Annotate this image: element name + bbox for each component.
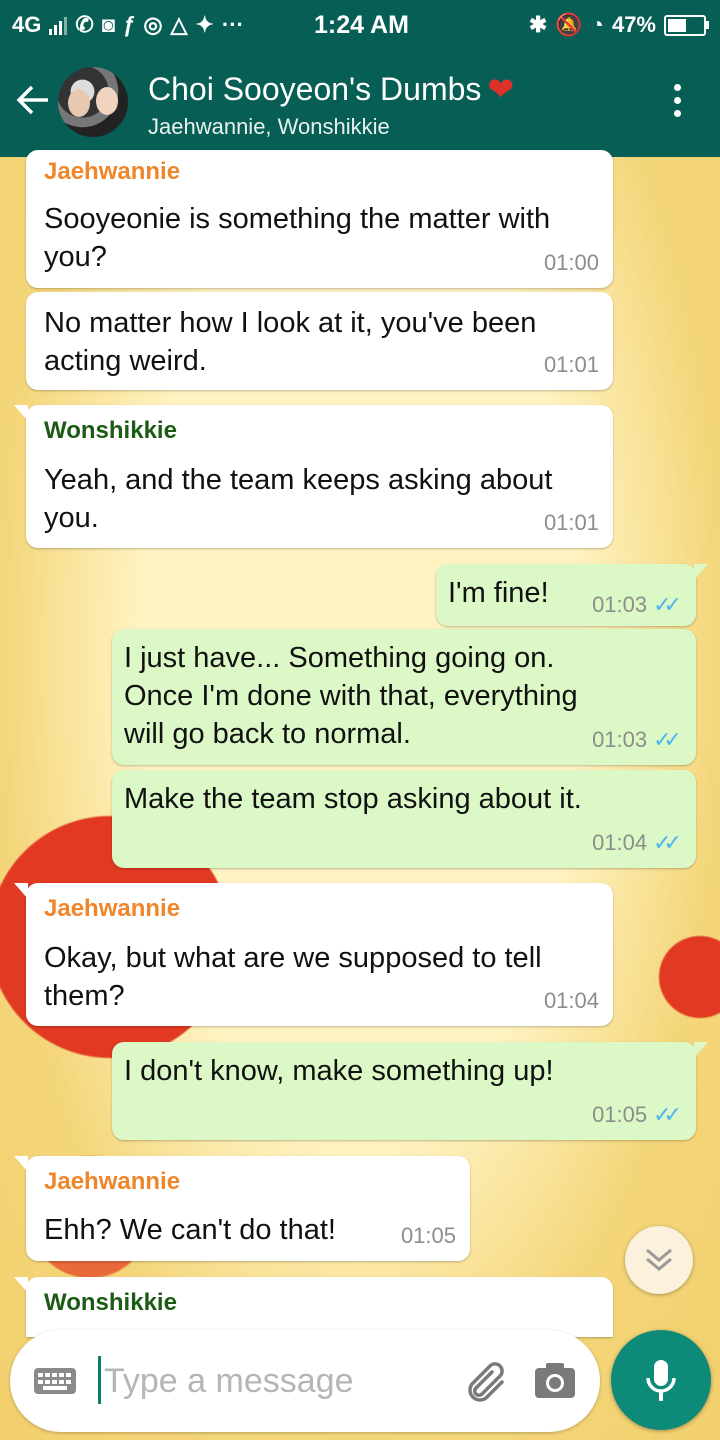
- microphone-icon: [646, 1360, 676, 1401]
- message-text: Sooyeonie is something the matter with y…: [44, 203, 551, 273]
- status-bar: 4G ✆ ◙ ƒ ◎ △ ✦ ··· 1:24 AM ✱ 🔕 ◔ 47%: [0, 0, 720, 50]
- message-time: 01:01: [543, 510, 599, 535]
- message-time: 01:03: [592, 592, 648, 617]
- microphone-button[interactable]: [611, 1330, 711, 1430]
- message-text: Yeah, and the team keeps asking about yo…: [44, 464, 553, 534]
- mute-icon: 🔕: [555, 12, 583, 37]
- message-sender: Wonshikkie: [44, 417, 177, 444]
- read-ticks-icon: ✓✓: [653, 592, 682, 617]
- bubble-tail: [14, 1277, 28, 1293]
- message-time: 01:05: [592, 1102, 648, 1127]
- message-meta: 01:04: [544, 988, 599, 1014]
- message-text: Okay, but what are we supposed to tell t…: [44, 942, 542, 1012]
- message-sender: Jaehwannie: [44, 895, 181, 922]
- read-ticks-icon: ✓✓: [653, 830, 682, 855]
- message-meta: 01:01: [544, 510, 599, 536]
- message-sender: Jaehwannie: [44, 1168, 181, 1195]
- battery-icon: [664, 14, 709, 36]
- message-meta: 01:05: [401, 1223, 456, 1249]
- message-time: 01:03: [592, 727, 648, 752]
- group-name: Choi Sooyeon's Dumbs: [148, 71, 482, 107]
- message-meta: 01:03 ✓✓: [592, 592, 682, 618]
- group-avatar[interactable]: [58, 67, 128, 137]
- scroll-to-bottom-button[interactable]: [625, 1226, 693, 1294]
- text-caret: [98, 1356, 101, 1404]
- chrome-icon: ◎: [143, 12, 163, 37]
- instagram-icon: ◙: [101, 12, 116, 37]
- message-sender: Jaehwannie: [44, 158, 181, 185]
- signal-icon: [49, 15, 68, 35]
- message-composer[interactable]: Type a message: [10, 1330, 600, 1432]
- message-text: No matter how I look at it, you've been …: [44, 307, 537, 377]
- status-time: 1:24 AM: [314, 11, 409, 39]
- message-bubble[interactable]: Jaehwannie Okay, but what are we suppose…: [14, 883, 613, 1026]
- status-left: 4G ✆ ◙ ƒ ◎ △ ✦ ···: [12, 12, 244, 38]
- chevron-double-down-icon: [646, 1248, 672, 1271]
- message-sender: Wonshikkie: [44, 1289, 177, 1316]
- battery-fill: [668, 18, 686, 32]
- read-ticks-icon: ✓✓: [653, 727, 682, 752]
- twitter-icon: ✦: [195, 12, 214, 37]
- bubble-tail: [14, 883, 28, 899]
- message-bubble[interactable]: Wonshikkie Yeah, and the team keeps aski…: [14, 405, 613, 548]
- message-text: I don't know, make something up!: [124, 1055, 554, 1087]
- wifi-icon: ◔: [590, 12, 604, 37]
- chat-header: Choi Sooyeon's Dumbs ❤ Jaehwannie, Wonshi…: [0, 50, 720, 157]
- message-bubble[interactable]: Make the team stop asking about it. 01:0…: [112, 770, 696, 868]
- message-text: Make the team stop asking about it.: [124, 783, 582, 815]
- bubble-tail: [694, 1042, 708, 1058]
- message-meta: 01:04 ✓✓: [592, 830, 682, 856]
- message-bubble[interactable]: Jaehwannie Sooyeonie is something the ma…: [26, 150, 613, 288]
- message-meta: 01:05 ✓✓: [592, 1102, 682, 1128]
- message-meta: 01:00: [544, 250, 599, 276]
- bluetooth-icon: ✱: [528, 12, 548, 37]
- read-ticks-icon: ✓✓: [653, 1102, 682, 1127]
- message-bubble[interactable]: No matter how I look at it, you've been …: [26, 292, 613, 390]
- message-bubble[interactable]: Jaehwannie Ehh? We can't do that! 01:05: [14, 1156, 470, 1261]
- paperclip-icon[interactable]: [464, 1360, 510, 1411]
- group-members[interactable]: Jaehwannie, Wonshikkie: [148, 114, 390, 140]
- network-label: 4G: [12, 12, 42, 37]
- message-text: I just have... Something going on. Once …: [124, 642, 578, 750]
- keyboard-icon[interactable]: [34, 1368, 76, 1394]
- message-text: Ehh? We can't do that!: [44, 1214, 336, 1246]
- message-meta: 01:03 ✓✓: [592, 727, 682, 753]
- bubble-tail: [14, 405, 28, 421]
- message-input[interactable]: Type a message: [104, 1362, 353, 1401]
- message-time: 01:04: [592, 830, 648, 855]
- phone-icon: ✆: [75, 12, 94, 37]
- bubble-tail: [14, 1156, 28, 1172]
- more-vertical-icon[interactable]: [674, 84, 682, 123]
- message-bubble[interactable]: I'm fine! 01:03 ✓✓: [436, 564, 708, 626]
- message-time: 01:01: [543, 352, 599, 377]
- bubble-tail: [694, 564, 708, 580]
- message-time: 01:04: [543, 988, 599, 1013]
- status-right: ✱ 🔕 ◔ 47%: [528, 12, 709, 38]
- camera-icon[interactable]: [534, 1362, 575, 1398]
- drive-icon: △: [170, 12, 188, 37]
- message-time: 01:05: [400, 1223, 456, 1248]
- message-bubble[interactable]: I don't know, make something up! 01:05 ✓✓: [112, 1042, 708, 1140]
- battery-percent: 47%: [611, 12, 656, 37]
- message-bubble[interactable]: Wonshikkie: [14, 1277, 613, 1337]
- facebook-icon: ƒ: [123, 12, 136, 37]
- heart-icon: ❤: [487, 71, 515, 107]
- more-notifications-icon: ···: [221, 12, 244, 37]
- message-bubble[interactable]: I just have... Something going on. Once …: [112, 629, 696, 765]
- arrow-back-icon[interactable]: [14, 82, 50, 125]
- message-text: I'm fine!: [448, 577, 549, 609]
- message-time: 01:00: [543, 250, 599, 275]
- group-title[interactable]: Choi Sooyeon's Dumbs ❤: [148, 70, 514, 108]
- message-meta: 01:01: [544, 352, 599, 378]
